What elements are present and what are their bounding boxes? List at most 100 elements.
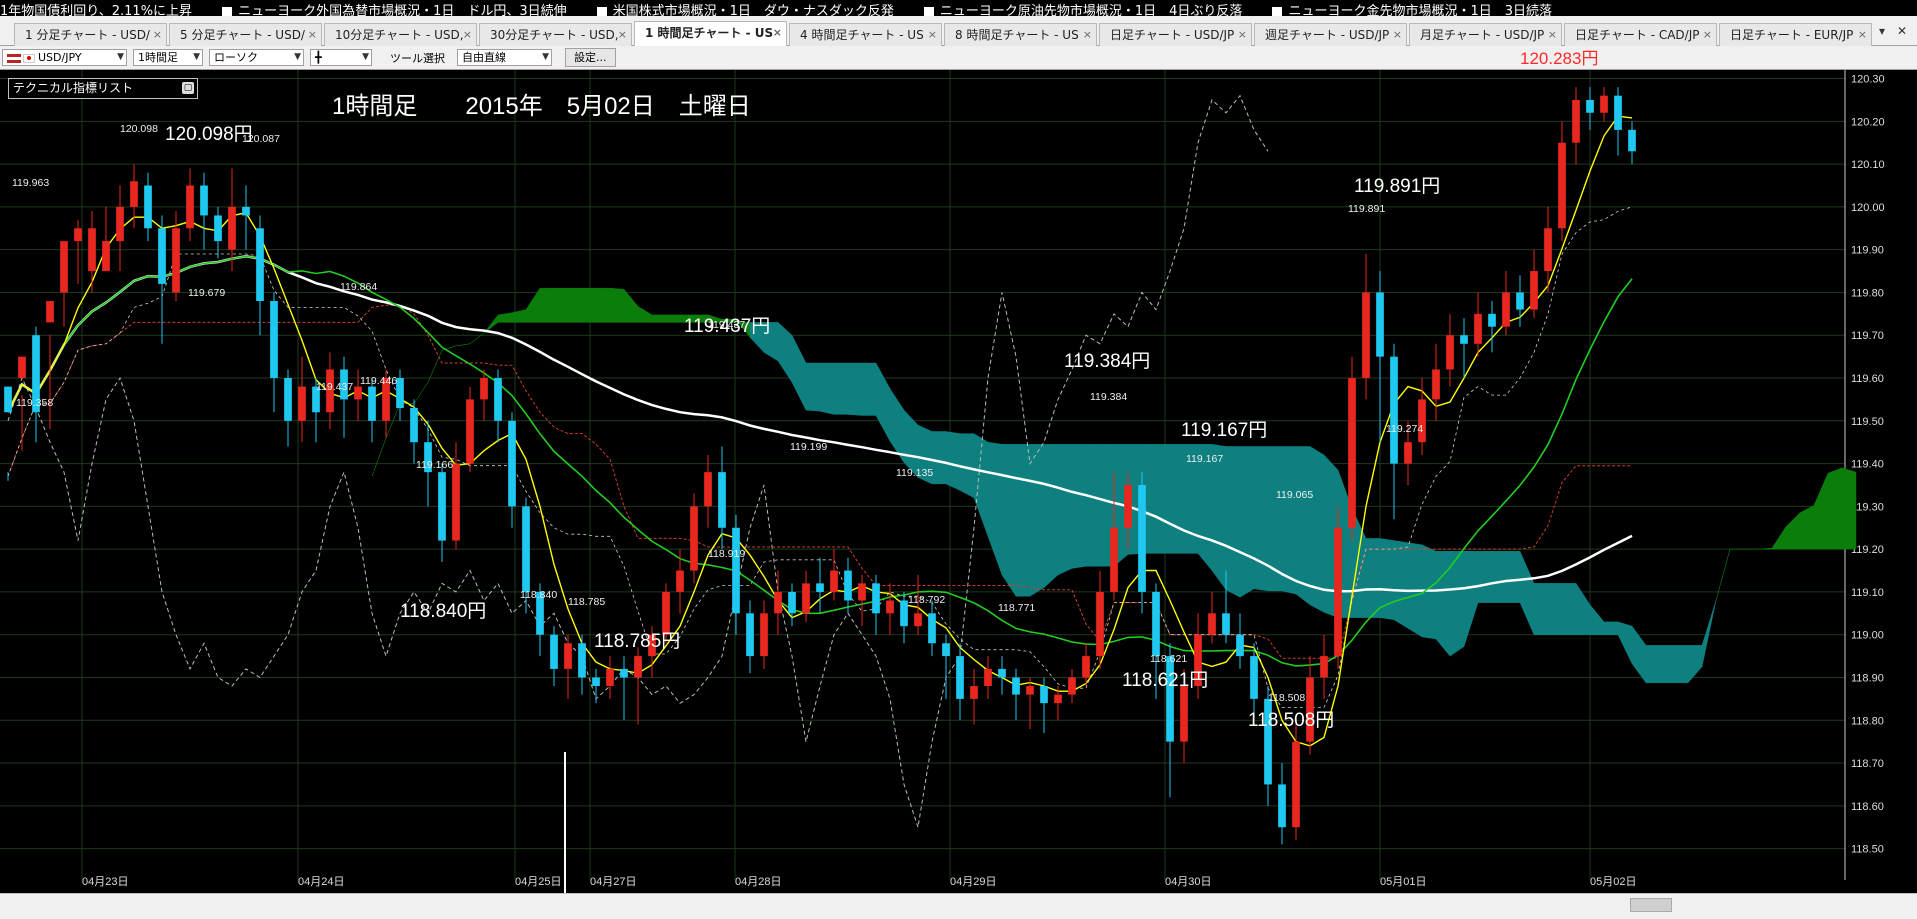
tab-label: 週足チャート - USD/JP	[1265, 28, 1390, 42]
settings-button[interactable]: 設定...	[565, 48, 616, 67]
candle-body	[1418, 399, 1426, 443]
close-tab-icon[interactable]: ✕	[1897, 24, 1907, 38]
close-icon[interactable]: ×	[1703, 24, 1712, 46]
tab-chart-3[interactable]: 30分足チャート - USD, ×	[479, 23, 632, 46]
close-icon[interactable]: ×	[618, 24, 627, 46]
close-icon[interactable]: ×	[308, 24, 317, 46]
close-icon[interactable]: ×	[1393, 24, 1402, 46]
ticker-item[interactable]: ニューヨーク原油先物市場概況・1日 4日ぶり反落	[923, 4, 1242, 16]
candle-body	[60, 241, 68, 293]
tab-label: 月足チャート - USD/JP	[1420, 28, 1545, 42]
tab-label: 4 時間足チャート - US	[800, 28, 924, 42]
ichimoku-cloud	[553, 287, 569, 323]
candle-body	[774, 591, 782, 614]
candle-body	[816, 583, 824, 592]
candle-body	[354, 386, 362, 400]
close-icon[interactable]: ×	[1858, 24, 1867, 46]
chevron-down-icon: ▼	[294, 52, 301, 62]
ichimoku-cloud	[931, 431, 947, 485]
expand-icon[interactable]: ▢	[182, 82, 194, 94]
tab-chart-0[interactable]: 1 分足チャート - USD/×	[14, 23, 167, 46]
ticker-item[interactable]: ニューヨーク外国為替市場概況・1日 ドル円、3日続伸	[222, 4, 567, 16]
close-icon[interactable]: ×	[1548, 24, 1557, 46]
candle-body	[886, 600, 894, 614]
ticker-item[interactable]: 1年物国債利回り、2.11%に上昇	[0, 4, 192, 16]
tab-list-icon[interactable]: ▾	[1879, 24, 1885, 38]
timeframe-select[interactable]: 1時間足 ▼	[133, 49, 203, 66]
x-tick-label: 04月28日	[735, 876, 781, 888]
candle-body	[1096, 591, 1104, 657]
tab-chart-5[interactable]: 4 時間足チャート - US ×	[789, 23, 942, 46]
price-annotation-small: 119.167	[1186, 453, 1223, 465]
ichimoku-cloud	[1827, 467, 1843, 550]
indicator-list-box[interactable]: テクニカル指標リスト ▢	[8, 78, 198, 99]
candle-body	[1530, 271, 1538, 310]
candle-body	[242, 206, 250, 216]
candle-body	[1320, 656, 1328, 678]
ichimoku-cloud	[1799, 504, 1815, 550]
candle-body	[158, 228, 166, 284]
tab-label: 5 分足チャート - USD/	[180, 28, 305, 42]
currency-pair-select[interactable]: USD/JPY ▼	[2, 49, 127, 66]
candle-body	[760, 613, 768, 657]
tab-chart-2[interactable]: 10分足チャート - USD, ×	[324, 23, 477, 46]
candle-body	[928, 613, 936, 644]
tab-chart-7[interactable]: 日足チャート - USD/JP ×	[1099, 23, 1252, 46]
candle-body	[4, 386, 12, 413]
tab-chart-10[interactable]: 日足チャート - CAD/JP ×	[1564, 23, 1717, 46]
scrollbar-thumb[interactable]	[1630, 898, 1672, 912]
price-annotation-large: 119.891円	[1354, 176, 1440, 197]
close-icon[interactable]: ×	[928, 24, 937, 46]
candle-body	[480, 378, 488, 400]
price-chart[interactable]: 118.50 118.60 118.70 118.80 118.90 119.00 119.…	[0, 70, 1917, 893]
ichimoku-cloud	[539, 287, 555, 323]
y-tick-label: 118.80	[1851, 715, 1884, 727]
y-tick-label: 119.10	[1851, 587, 1884, 599]
y-tick-label: 119.60	[1851, 373, 1884, 385]
ichimoku-cloud	[567, 287, 583, 323]
ichimoku-cloud	[1533, 583, 1549, 635]
tab-chart-6[interactable]: 8 時間足チャート - US ×	[944, 23, 1097, 46]
news-ticker: 1年物国債利回り、2.11%に上昇 ニューヨーク外国為替市場概況・1日 ドル円、3…	[0, 0, 1917, 16]
tab-chart-11[interactable]: 日足チャート - EUR/JP ×	[1719, 23, 1872, 46]
ticker-item[interactable]: 米国株式市場概況・1日 ダウ・ナスダック反発	[596, 4, 894, 16]
price-annotation-small: 119.384	[1090, 391, 1127, 403]
ticker-item[interactable]: ニューヨーク金先物市場概況・1日 3日続落	[1272, 4, 1552, 16]
tab-chart-9[interactable]: 月足チャート - USD/JP ×	[1409, 23, 1562, 46]
candle-style-select[interactable]: ╋ ▼	[310, 49, 372, 66]
tab-label: 10分足チャート - USD,	[335, 28, 464, 42]
candle-body	[1348, 378, 1356, 528]
tab-label: 1 分足チャート - USD/	[25, 28, 150, 42]
chart-tab-bar: ▾ ✕ 1 分足チャート - USD/× 5 分足チャート - USD/× 10分足…	[0, 16, 1917, 47]
price-annotation-small: 119.199	[790, 441, 827, 453]
chart-type-value: ローソク	[214, 51, 258, 64]
candle-body	[1054, 694, 1062, 704]
drawing-tool-select[interactable]: 自由直線 ▼	[457, 49, 552, 66]
close-icon[interactable]: ×	[1083, 24, 1092, 46]
tab-label: 30分足チャート - USD,	[490, 28, 619, 42]
ichimoku-cloud	[665, 314, 681, 323]
ichimoku-cloud	[1673, 645, 1689, 684]
tab-chart-1[interactable]: 5 分足チャート - USD/×	[169, 23, 322, 46]
tab-chart-8[interactable]: 週足チャート - USD/JP ×	[1254, 23, 1407, 46]
horizontal-scrollbar[interactable]	[0, 893, 1917, 919]
y-tick-label: 119.90	[1851, 245, 1884, 257]
candle-body	[1628, 129, 1636, 152]
y-tick-label: 119.70	[1851, 330, 1884, 342]
chart-toolbar: USD/JPY ▼ 1時間足 ▼ ローソク ▼ ╋ ▼ ツール選択 自由直線 ▼ 設定..…	[0, 46, 1917, 70]
price-annotation-small: 120.098	[120, 123, 158, 135]
close-icon[interactable]: ×	[773, 22, 782, 44]
candle-body	[438, 472, 446, 541]
close-icon[interactable]: ×	[1238, 24, 1247, 46]
ichimoku-cloud	[833, 362, 849, 415]
close-icon[interactable]: ×	[153, 24, 162, 46]
tab-label: 8 時間足チャート - US	[955, 28, 1079, 42]
candle-body	[1488, 313, 1496, 327]
candle-body	[256, 228, 264, 302]
x-tick-label: 04月25日	[515, 876, 561, 888]
tab-chart-4[interactable]: 1 時間足チャート - US ×	[634, 21, 787, 47]
chart-type-select[interactable]: ローソク ▼	[209, 49, 304, 66]
close-icon[interactable]: ×	[463, 24, 472, 46]
price-annotation-small: 118.771	[998, 602, 1035, 614]
drawing-tool-value: 自由直線	[462, 51, 506, 64]
